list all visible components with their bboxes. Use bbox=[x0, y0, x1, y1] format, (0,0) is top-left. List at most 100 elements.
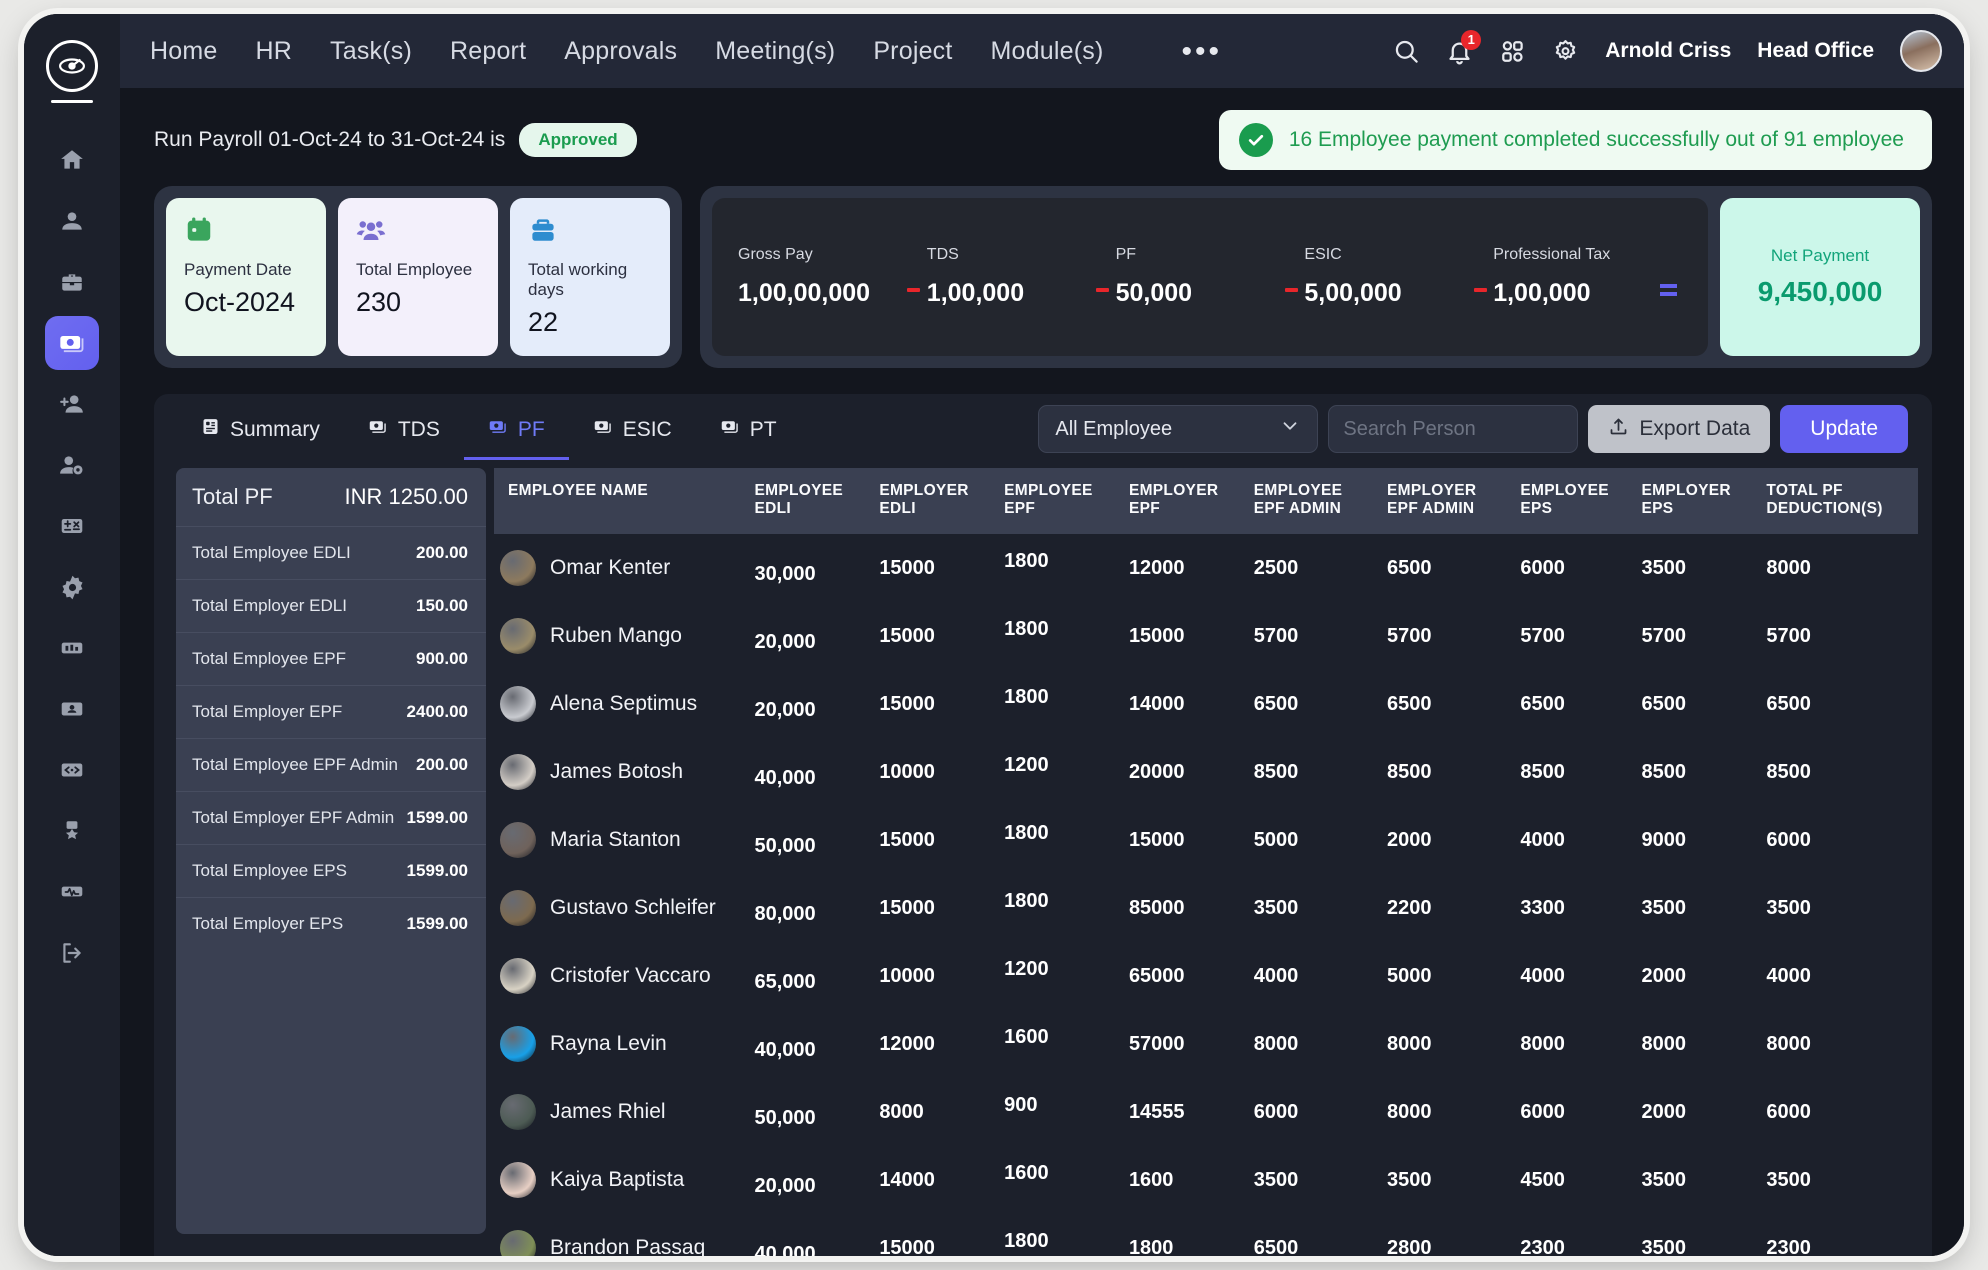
cell-employer-edli: 15000 bbox=[879, 896, 935, 919]
chevron-down-icon bbox=[1279, 415, 1301, 443]
employee-name-cell: Maria Stanton bbox=[494, 806, 749, 874]
nav-item-report[interactable]: Report bbox=[450, 37, 526, 66]
sidebar-item-code[interactable] bbox=[45, 743, 99, 797]
table-row[interactable]: James Botosh 40,000 10000 1200 20000 8500 8500… bbox=[494, 738, 1918, 806]
cell-employer-edli: 12000 bbox=[879, 1032, 935, 1055]
app-logo bbox=[46, 40, 98, 92]
cell-total-pf-deduction-s-: 6000 bbox=[1766, 828, 1811, 851]
user-name[interactable]: Arnold Criss bbox=[1605, 39, 1731, 63]
tab-pt[interactable]: PT bbox=[696, 404, 801, 460]
cell-employer-edli: 15000 bbox=[879, 1236, 935, 1257]
status-row: Run Payroll 01-Oct-24 to 31-Oct-24 is Ap… bbox=[120, 88, 1964, 170]
cell-employer-eps: 3500 bbox=[1641, 896, 1687, 919]
cell-employee-epf: 1800 bbox=[1004, 1229, 1049, 1252]
cell-employee-epf-admin: 3500 bbox=[1253, 896, 1299, 919]
pf-summary-title: Total PF bbox=[192, 484, 273, 509]
breakdown-tds: TDS 1,00,000 bbox=[927, 246, 1090, 308]
nav-item-meetings[interactable]: Meeting(s) bbox=[715, 37, 835, 66]
cell-employer-eps: 2000 bbox=[1641, 1100, 1687, 1123]
nav-item-home[interactable]: Home bbox=[150, 37, 218, 66]
cell-employee-eps: 8500 bbox=[1520, 760, 1565, 783]
employee-name: Cristofer Vaccaro bbox=[550, 964, 711, 987]
cell-total-pf-deduction-s-: 6000 bbox=[1766, 1100, 1811, 1123]
cell-employer-epf-admin: 3500 bbox=[1387, 1168, 1432, 1191]
table-row[interactable]: Cristofer Vaccaro 65,000 10000 1200 65000 400… bbox=[494, 942, 1918, 1010]
sidebar-item-user-settings[interactable] bbox=[45, 438, 99, 492]
sidebar-item-award[interactable] bbox=[45, 804, 99, 858]
tab-pf[interactable]: PF bbox=[463, 404, 569, 460]
employee-name-cell: Ruben Mango bbox=[494, 602, 749, 670]
summary-row: Total Employee EPF 900.00 bbox=[176, 632, 486, 685]
sidebar-item-home[interactable] bbox=[45, 133, 99, 187]
cell-employee-epf-admin: 6500 bbox=[1253, 1236, 1299, 1257]
table-row[interactable]: Ruben Mango 20,000 15000 1800 15000 5700 5700 5… bbox=[494, 602, 1918, 670]
sidebar-item-settings[interactable] bbox=[45, 560, 99, 614]
table-row[interactable]: Gustavo Schleifer 80,000 15000 1800 85000 350… bbox=[494, 874, 1918, 942]
sidebar-item-calculator[interactable] bbox=[45, 499, 99, 553]
breakdown-esic: ESIC 5,00,000 bbox=[1304, 246, 1467, 308]
col-employee-epf: EMPLOYEE EPF bbox=[998, 468, 1123, 534]
nav-item-tasks[interactable]: Task(s) bbox=[330, 37, 412, 66]
employee-name: Brandon Passaq bbox=[550, 1236, 706, 1256]
update-button[interactable]: Update bbox=[1780, 405, 1908, 453]
notifications-icon[interactable]: 1 bbox=[1446, 29, 1482, 65]
cell-employer-eps: 3500 bbox=[1641, 1168, 1687, 1191]
nav-item-project[interactable]: Project bbox=[873, 37, 952, 66]
breakdown-label: TDS bbox=[926, 246, 959, 263]
sidebar-item-payroll[interactable] bbox=[45, 316, 99, 370]
avatar bbox=[500, 1162, 536, 1198]
cell-total-pf-deduction-s-: 6500 bbox=[1766, 692, 1811, 715]
sidebar-item-activity[interactable] bbox=[45, 865, 99, 919]
cell-employer-epf-admin: 6500 bbox=[1387, 556, 1432, 579]
employee-filter-select[interactable]: All Employee bbox=[1038, 405, 1319, 453]
search-icon[interactable] bbox=[1393, 38, 1420, 65]
cell-employer-eps: 8500 bbox=[1641, 760, 1687, 783]
card-label: Total Employee bbox=[356, 260, 473, 279]
export-data-button[interactable]: Export Data bbox=[1588, 405, 1771, 453]
avatar[interactable] bbox=[1900, 30, 1942, 72]
cell-employer-edli: 8000 bbox=[879, 1100, 924, 1123]
table-row[interactable]: Brandon Passaq 40,000 15000 1800 1800 6500 280… bbox=[494, 1214, 1918, 1256]
status-badge: Approved bbox=[519, 123, 637, 157]
nav-item-modules[interactable]: Module(s) bbox=[991, 37, 1104, 66]
nav-item-approvals[interactable]: Approvals bbox=[564, 37, 677, 66]
cell-employee-epf: 1800 bbox=[1004, 549, 1049, 572]
sidebar-item-reports[interactable] bbox=[45, 621, 99, 675]
sidebar-item-briefcase[interactable] bbox=[45, 255, 99, 309]
office-label[interactable]: Head Office bbox=[1757, 39, 1874, 63]
sidebar-item-add-user[interactable] bbox=[45, 377, 99, 431]
search-input[interactable] bbox=[1343, 417, 1609, 441]
summary-row-value: 900.00 bbox=[416, 649, 468, 668]
employee-name-cell: James Botosh bbox=[494, 738, 749, 806]
table-row[interactable]: Maria Stanton 50,000 15000 1800 15000 5000 200… bbox=[494, 806, 1918, 874]
cell-employer-edli: 15000 bbox=[879, 556, 935, 579]
nav-more-icon[interactable]: ••• bbox=[1181, 36, 1222, 66]
table-row[interactable]: Kaiya Baptista 20,000 14000 1600 1600 3500 350… bbox=[494, 1146, 1918, 1214]
summary-row: Total Employer EPS 1599.00 bbox=[176, 897, 486, 950]
gear-icon[interactable] bbox=[1552, 38, 1579, 65]
col-employer-eps: EMPLOYER EPS bbox=[1635, 468, 1761, 534]
tab-tds[interactable]: TDS bbox=[344, 404, 464, 460]
summary-row-value: 200.00 bbox=[416, 543, 468, 562]
pf-summary-header: Total PF INR 1250.00 bbox=[176, 468, 486, 526]
tab-esic[interactable]: ESIC bbox=[569, 404, 696, 460]
panel-body: Total PF INR 1250.00 Total Employee EDLI… bbox=[154, 460, 1932, 1256]
tab-summary[interactable]: Summary bbox=[176, 404, 344, 460]
table-row[interactable]: Alena Septimus 20,000 15000 1800 14000 6500 65… bbox=[494, 670, 1918, 738]
table-row[interactable]: Rayna Levin 40,000 12000 1600 57000 8000 8000 8… bbox=[494, 1010, 1918, 1078]
sidebar-item-profile[interactable] bbox=[45, 194, 99, 248]
nav-item-hr[interactable]: HR bbox=[256, 37, 293, 66]
sidebar-item-logout[interactable] bbox=[45, 926, 99, 980]
card-label: Total working days bbox=[528, 260, 628, 299]
content-area: Run Payroll 01-Oct-24 to 31-Oct-24 is Ap… bbox=[120, 88, 1964, 1256]
search-person-box[interactable] bbox=[1328, 405, 1629, 453]
nav-right-group: 1 Arnold Criss Head Office bbox=[1393, 29, 1942, 72]
breakdown-pf: PF 50,000 bbox=[1116, 246, 1279, 308]
card-payment-date: Payment Date Oct-2024 bbox=[166, 198, 326, 356]
apps-grid-icon[interactable] bbox=[1499, 38, 1526, 65]
table-row[interactable]: James Rhiel 50,000 8000 900 14555 6000 8000 600… bbox=[494, 1078, 1918, 1146]
sidebar-item-id-card[interactable] bbox=[45, 682, 99, 736]
table-row[interactable]: Omar Kenter 30,000 15000 1800 12000 2500 6500 6… bbox=[494, 534, 1918, 602]
avatar bbox=[500, 618, 536, 654]
avatar bbox=[500, 1230, 536, 1256]
